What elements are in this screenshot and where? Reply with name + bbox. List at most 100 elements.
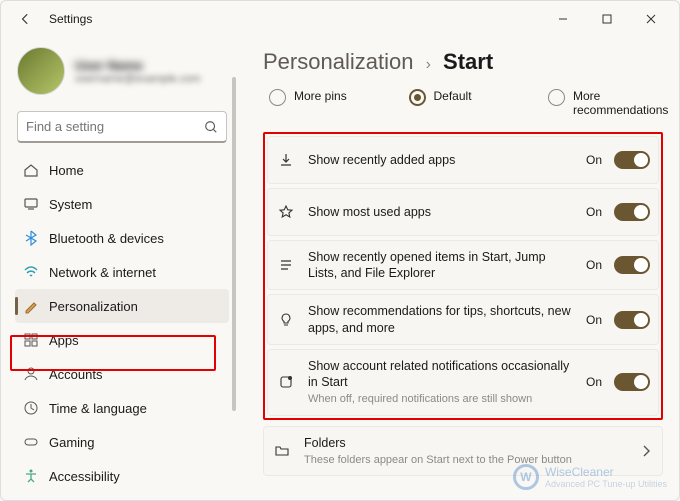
sidebar: User Name username@example.com Home Syst…: [1, 37, 239, 500]
radio-label: Default: [434, 89, 472, 103]
sidebar-item-accounts[interactable]: Accounts: [15, 357, 229, 391]
layout-radio-group: More pins Default More recommendations: [263, 89, 663, 118]
radio-default[interactable]: Default: [409, 89, 515, 118]
breadcrumb: Personalization › Start: [263, 49, 663, 75]
bluetooth-icon: [23, 230, 39, 246]
close-button[interactable]: [629, 5, 673, 33]
sidebar-item-gaming[interactable]: Gaming: [15, 425, 229, 459]
sidebar-item-network[interactable]: Network & internet: [15, 255, 229, 289]
system-icon: [23, 196, 39, 212]
window-title: Settings: [49, 12, 92, 26]
nav: Home System Bluetooth & devices Network …: [15, 153, 229, 500]
profile-sub: username@example.com: [75, 73, 201, 85]
toggle-switch[interactable]: [614, 373, 650, 391]
radio-more-pins[interactable]: More pins: [269, 89, 375, 118]
setting-label-block: Folders These folders appear on Start ne…: [304, 435, 626, 468]
sidebar-item-bluetooth[interactable]: Bluetooth & devices: [15, 221, 229, 255]
sidebar-item-label: Apps: [49, 333, 79, 348]
search-icon: [204, 120, 218, 134]
home-icon: [23, 162, 39, 178]
titlebar: Settings: [1, 1, 679, 37]
time-icon: [23, 400, 39, 416]
sidebar-item-time[interactable]: Time & language: [15, 391, 229, 425]
accessibility-icon: [23, 468, 39, 484]
avatar: [17, 47, 65, 95]
apps-icon: [23, 332, 39, 348]
maximize-icon: [602, 14, 612, 24]
accounts-icon: [23, 366, 39, 382]
setting-label: Folders: [304, 435, 626, 451]
breadcrumb-parent[interactable]: Personalization: [263, 49, 413, 74]
sidebar-item-label: Accounts: [49, 367, 102, 382]
sidebar-item-label: Gaming: [49, 435, 95, 450]
gaming-icon: [23, 434, 39, 450]
folder-icon: [272, 441, 292, 461]
setting-recommendations: Show recommendations for tips, shortcuts…: [267, 294, 659, 345]
setting-label: Show account related notifications occas…: [308, 358, 574, 391]
search-input[interactable]: [26, 119, 204, 134]
toggle-state: On: [586, 313, 602, 327]
setting-label: Show recommendations for tips, shortcuts…: [308, 303, 574, 336]
chevron-right-icon: [638, 443, 654, 459]
sidebar-item-label: Time & language: [49, 401, 147, 416]
sidebar-item-system[interactable]: System: [15, 187, 229, 221]
toggle-switch[interactable]: [614, 151, 650, 169]
close-icon: [646, 14, 656, 24]
sidebar-item-label: Accessibility: [49, 469, 120, 484]
toggle-switch[interactable]: [614, 203, 650, 221]
radio-icon: [548, 89, 565, 106]
sidebar-item-home[interactable]: Home: [15, 153, 229, 187]
lightbulb-icon: [276, 310, 296, 330]
sidebar-item-accessibility[interactable]: Accessibility: [15, 459, 229, 493]
personalization-icon: [23, 298, 39, 314]
breadcrumb-current: Start: [443, 49, 493, 74]
setting-label-block: Show account related notifications occas…: [308, 358, 574, 407]
star-icon: [276, 202, 296, 222]
back-button[interactable]: [13, 6, 39, 32]
chevron-right-icon: ›: [426, 56, 431, 73]
notification-icon: [276, 372, 296, 392]
list-icon: [276, 255, 296, 275]
profile[interactable]: User Name username@example.com: [15, 37, 229, 107]
radio-more-recommendations[interactable]: More recommendations: [548, 89, 663, 118]
setting-folders[interactable]: Folders These folders appear on Start ne…: [263, 426, 663, 477]
radio-icon: [269, 89, 286, 106]
setting-recently-added: Show recently added apps On: [267, 136, 659, 184]
setting-recent-items: Show recently opened items in Start, Jum…: [267, 240, 659, 291]
minimize-button[interactable]: [541, 5, 585, 33]
minimize-icon: [558, 14, 568, 24]
watermark-sub: Advanced PC Tune-up Utilities: [545, 479, 667, 489]
sidebar-item-label: Network & internet: [49, 265, 156, 280]
sidebar-item-privacy[interactable]: Privacy & security: [15, 493, 229, 500]
setting-account-notifications: Show account related notifications occas…: [267, 349, 659, 416]
sidebar-item-personalization[interactable]: Personalization: [15, 289, 229, 323]
search-box[interactable]: [17, 111, 227, 143]
setting-label: Show recently opened items in Start, Jum…: [308, 249, 574, 282]
setting-label: Show recently added apps: [308, 152, 574, 168]
radio-label: More pins: [294, 89, 347, 103]
sidebar-scrollbar[interactable]: [231, 77, 237, 494]
toggle-state: On: [586, 153, 602, 167]
download-icon: [276, 150, 296, 170]
toggle-switch[interactable]: [614, 311, 650, 329]
sidebar-item-label: Bluetooth & devices: [49, 231, 164, 246]
sidebar-item-label: Personalization: [49, 299, 138, 314]
toggle-state: On: [586, 205, 602, 219]
highlight-toggles: Show recently added apps On Show most us…: [263, 132, 663, 420]
setting-sublabel: When off, required notifications are sti…: [308, 392, 574, 406]
main-content: Personalization › Start More pins Defaul…: [239, 37, 679, 500]
profile-name: User Name: [75, 58, 201, 73]
sidebar-item-label: Home: [49, 163, 84, 178]
arrow-left-icon: [19, 12, 33, 26]
network-icon: [23, 264, 39, 280]
maximize-button[interactable]: [585, 5, 629, 33]
sidebar-item-apps[interactable]: Apps: [15, 323, 229, 357]
toggle-switch[interactable]: [614, 256, 650, 274]
setting-sublabel: These folders appear on Start next to th…: [304, 453, 626, 467]
toggle-state: On: [586, 375, 602, 389]
setting-most-used: Show most used apps On: [267, 188, 659, 236]
sidebar-item-label: System: [49, 197, 92, 212]
radio-icon: [409, 89, 426, 106]
radio-label: More recommendations: [573, 89, 663, 118]
setting-label: Show most used apps: [308, 204, 574, 220]
